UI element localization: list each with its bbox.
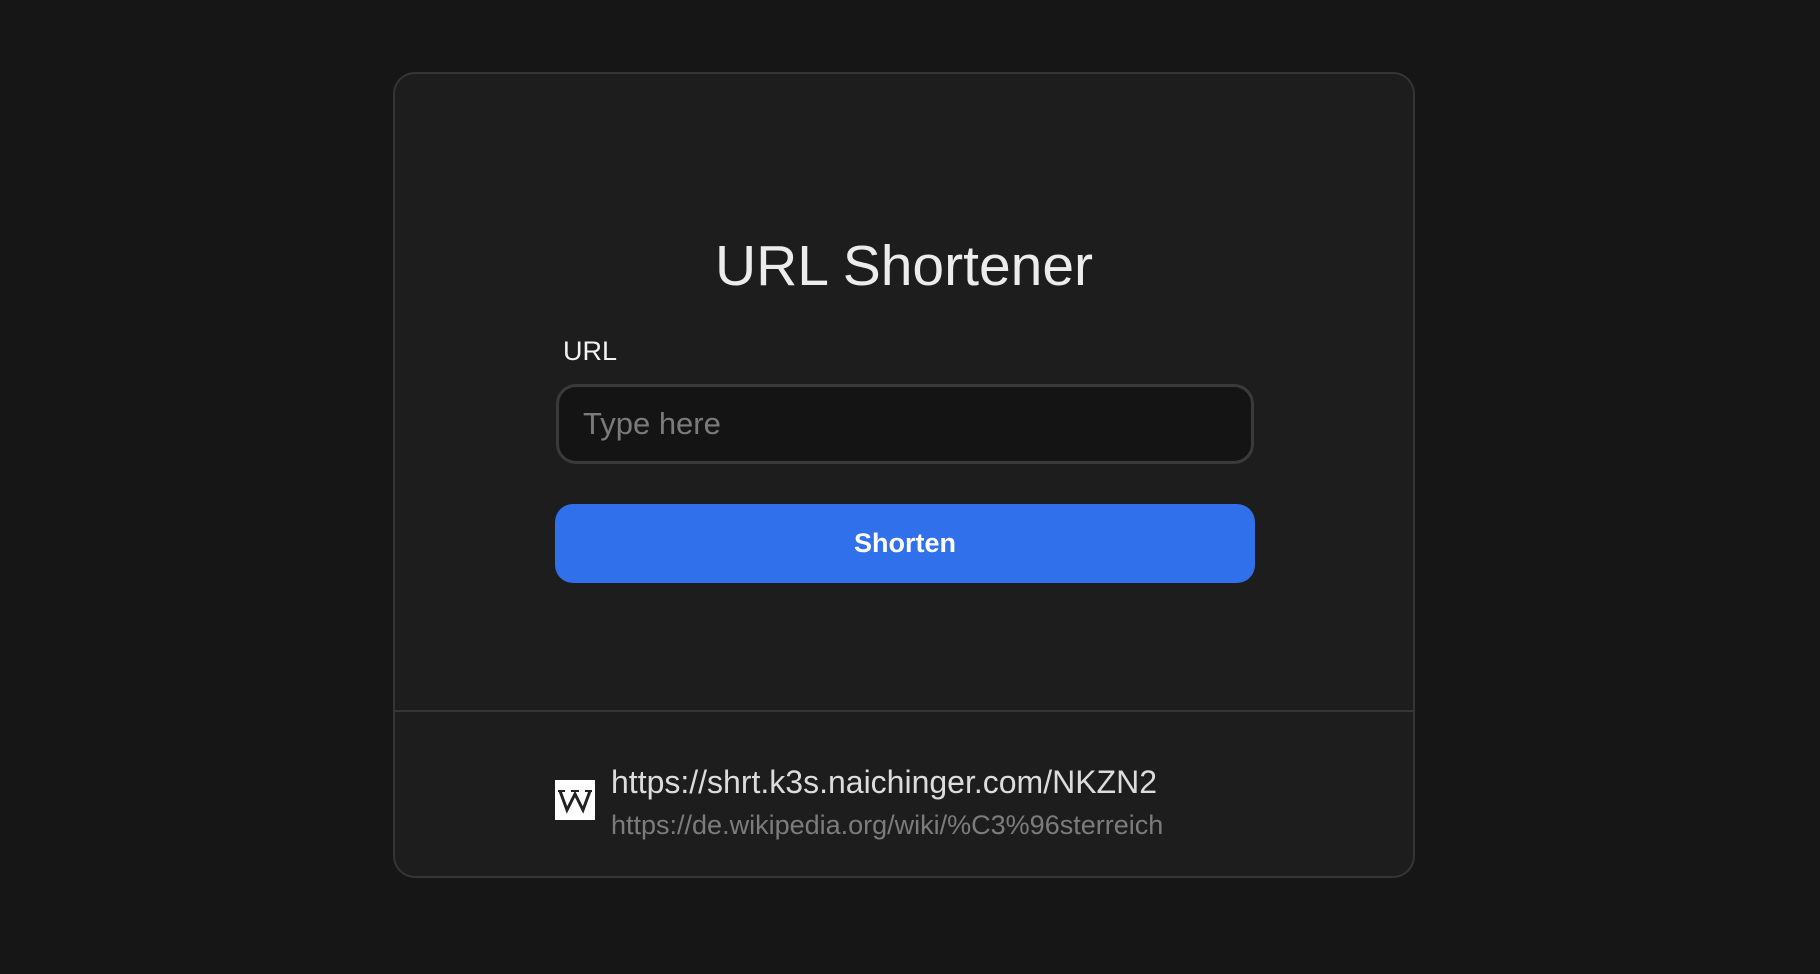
shortener-card: URL Shortener URL Shorten https://shrt.k… [393, 72, 1415, 878]
original-url-text: https://de.wikipedia.org/wiki/%C3%96ster… [611, 810, 1164, 840]
url-field-label: URL [563, 336, 618, 366]
url-input[interactable] [556, 384, 1254, 464]
shorten-form: URL Shortener URL Shorten [395, 74, 1413, 711]
wikipedia-w-icon [555, 780, 595, 820]
shorten-button[interactable]: Shorten [555, 504, 1255, 583]
page-title: URL Shortener [714, 234, 1094, 298]
shortened-url-item: https://shrt.k3s.naichinger.com/NKZN2 ht… [555, 764, 1315, 846]
short-url-link[interactable]: https://shrt.k3s.naichinger.com/NKZN2 [611, 766, 1157, 798]
section-divider [395, 710, 1413, 712]
